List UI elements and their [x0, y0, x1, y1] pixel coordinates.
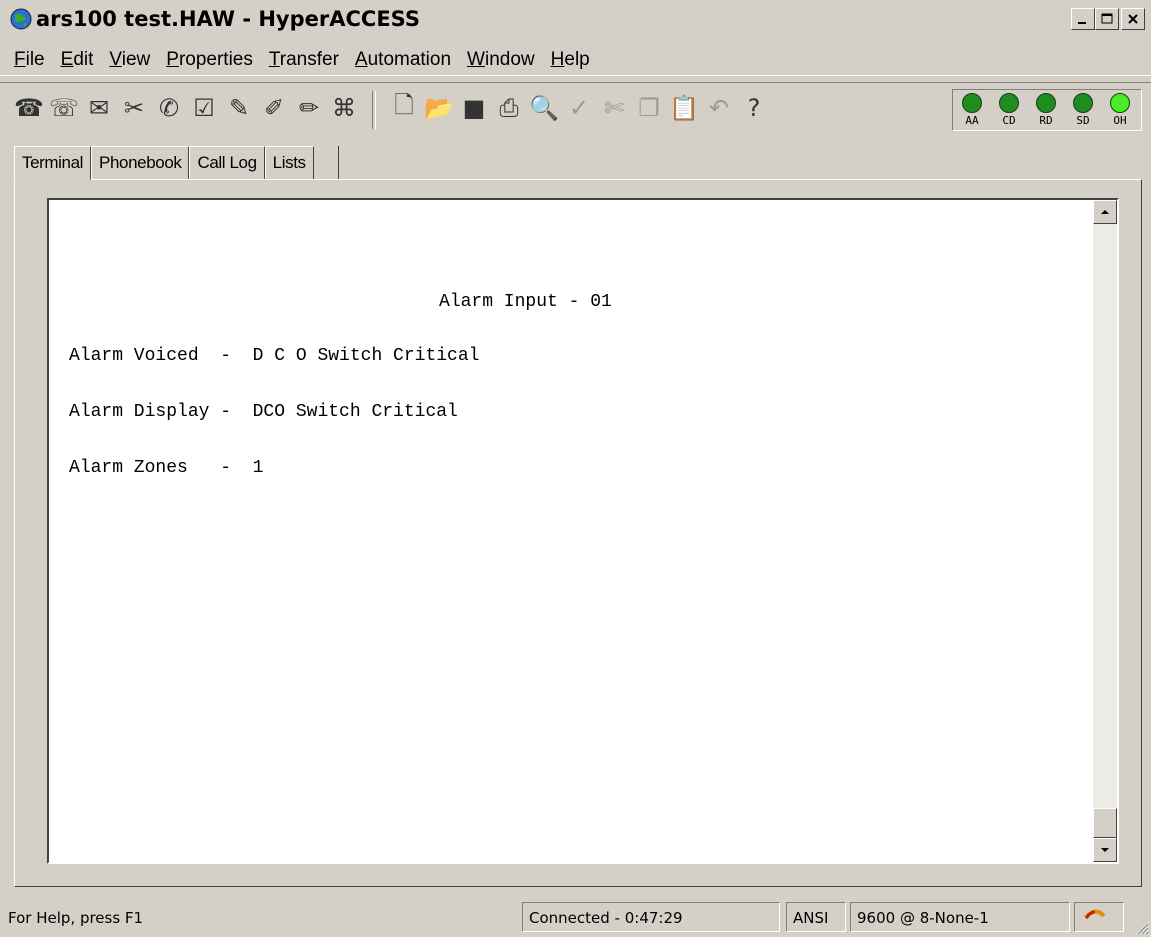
properties-icon[interactable]: ☑: [189, 91, 219, 125]
resize-grip-icon[interactable]: [1133, 919, 1149, 935]
led-rd-indicator: [1036, 93, 1056, 113]
menu-bar: File Edit View Properties Transfer Autom…: [0, 44, 1151, 76]
scroll-thumb[interactable]: [1093, 808, 1117, 838]
cut-icon[interactable]: ✄: [599, 91, 629, 125]
window-title: ars100 test.HAW - HyperACCESS: [36, 7, 420, 31]
close-icon: [1128, 14, 1138, 24]
terminal-line-display: Alarm Display - DCO Switch Critical: [69, 402, 458, 422]
tab-terminal[interactable]: Terminal: [14, 146, 92, 180]
send-icon[interactable]: ✉: [84, 91, 114, 125]
led-cd-indicator: [999, 93, 1019, 113]
led-oh: OH: [1103, 93, 1137, 127]
paste-icon[interactable]: 📋: [669, 91, 699, 125]
new-icon[interactable]: 🗋: [389, 91, 419, 125]
close-button[interactable]: [1121, 8, 1145, 30]
terminal-title: Alarm Input - 01: [439, 292, 612, 312]
terminal-line-zones: Alarm Zones - 1: [69, 458, 264, 478]
status-emulation: ANSI: [786, 902, 846, 932]
undo-icon[interactable]: ↶: [704, 91, 734, 125]
menu-properties[interactable]: Properties: [158, 49, 261, 71]
terminal-screen[interactable]: Alarm Input - 01 Alarm Voiced - D C O Sw…: [47, 198, 1119, 864]
tab-strip-end: [314, 146, 339, 180]
toolbar: ☎ ☏ ✉ ✂ ✆ ☑ ✎ ✐ ✏ ⌘ 🗋 📂 ■ ⎙ 🔍 ✓ ✄ ❐ 📋 ↶ …: [0, 82, 1151, 134]
dial-icon[interactable]: ☎: [14, 91, 44, 125]
status-connection: Connected - 0:47:29: [522, 902, 780, 932]
status-bar: For Help, press F1 Connected - 0:47:29 A…: [0, 898, 1151, 937]
save-icon[interactable]: ■: [459, 91, 489, 125]
script-icon[interactable]: ✎: [224, 91, 254, 125]
minimize-button[interactable]: [1071, 8, 1095, 30]
menu-edit[interactable]: Edit: [53, 49, 102, 71]
status-settings: 9600 @ 8-None-1: [850, 902, 1070, 932]
help-icon[interactable]: ?: [739, 91, 769, 125]
tab-lists[interactable]: Lists: [264, 146, 314, 180]
receive-icon[interactable]: ✆: [154, 91, 184, 125]
menu-view[interactable]: View: [101, 49, 158, 71]
status-help-text: For Help, press F1: [8, 909, 144, 927]
maximize-icon: [1101, 13, 1113, 24]
menu-automation[interactable]: Automation: [347, 49, 459, 71]
globe-icon: [10, 8, 32, 30]
network-icon[interactable]: ⌘: [329, 91, 359, 125]
vertical-scrollbar[interactable]: [1093, 200, 1117, 862]
tab-phonebook[interactable]: Phonebook: [91, 146, 190, 180]
arrow-up-icon: [1101, 210, 1109, 214]
toolbar-separator: [372, 91, 376, 129]
print-icon[interactable]: ⎙: [494, 91, 524, 125]
status-connection-indicator: [1074, 902, 1124, 932]
led-oh-indicator: [1110, 93, 1130, 113]
capture-icon[interactable]: ✂: [119, 91, 149, 125]
copy-icon[interactable]: ❐: [634, 91, 664, 125]
modem-status-leds: AA CD RD SD OH: [952, 89, 1142, 131]
hangup-icon[interactable]: ☏: [49, 91, 79, 125]
maximize-button[interactable]: [1095, 8, 1119, 30]
spell-icon[interactable]: ✓: [564, 91, 594, 125]
led-cd: CD: [992, 93, 1026, 127]
connection-icon: [1084, 909, 1106, 920]
title-bar[interactable]: ars100 test.HAW - HyperACCESS: [0, 0, 1151, 39]
pen-icon[interactable]: ✏: [294, 91, 324, 125]
scroll-down-button[interactable]: [1093, 838, 1117, 862]
led-sd-indicator: [1073, 93, 1093, 113]
menu-help[interactable]: Help: [543, 49, 598, 71]
terminal-line-voiced: Alarm Voiced - D C O Switch Critical: [69, 346, 480, 366]
led-rd: RD: [1029, 93, 1063, 127]
menu-transfer[interactable]: Transfer: [261, 49, 347, 71]
scroll-up-button[interactable]: [1093, 200, 1117, 224]
led-sd: SD: [1066, 93, 1100, 127]
led-aa: AA: [955, 93, 989, 127]
print-preview-icon[interactable]: 🔍: [529, 91, 559, 125]
menu-file[interactable]: File: [6, 49, 53, 71]
minimize-icon: [1078, 22, 1086, 24]
tab-call-log[interactable]: Call Log: [189, 146, 265, 180]
menu-window[interactable]: Window: [459, 49, 543, 71]
arrow-down-icon: [1101, 848, 1109, 852]
script-edit-icon[interactable]: ✐: [259, 91, 289, 125]
open-icon[interactable]: 📂: [424, 91, 454, 125]
tab-strip: Terminal Phonebook Call Log Lists: [14, 146, 339, 180]
led-aa-indicator: [962, 93, 982, 113]
